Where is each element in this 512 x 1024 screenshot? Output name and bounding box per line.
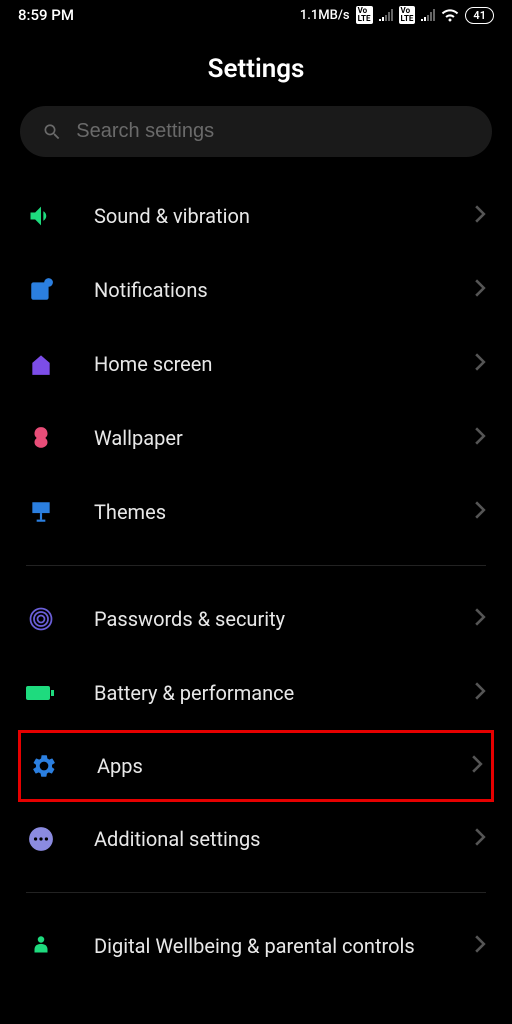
chevron-icon [474, 682, 486, 704]
chevron-icon [474, 935, 486, 957]
chevron-icon [474, 205, 486, 227]
battery-level: 41 [465, 7, 494, 24]
row-label: Additional settings [94, 827, 474, 851]
chevron-icon [474, 279, 486, 301]
notifications-icon [26, 275, 56, 305]
row-label: Wallpaper [94, 426, 474, 450]
volte-badge-1: VoLTE [356, 6, 373, 24]
chevron-icon [474, 608, 486, 630]
wallpaper-icon [26, 423, 56, 453]
dots-icon [26, 824, 56, 854]
status-time: 8:59 PM [18, 6, 74, 24]
page-title: Settings [0, 30, 512, 106]
row-notifications[interactable]: Notifications [0, 253, 512, 327]
row-home-screen[interactable]: Home screen [0, 327, 512, 401]
volte-badge-2: VoLTE [399, 6, 416, 24]
row-digital-wellbeing[interactable]: Digital Wellbeing & parental controls [0, 909, 512, 983]
row-additional-settings[interactable]: Additional settings [0, 802, 512, 876]
row-label: Sound & vibration [94, 204, 474, 228]
status-bar: 8:59 PM 1.1MB/s VoLTE VoLTE 41 [0, 0, 512, 30]
data-rate: 1.1MB/s [300, 8, 350, 23]
row-label: Digital Wellbeing & parental controls [94, 933, 474, 959]
chevron-icon [471, 755, 483, 777]
row-apps[interactable]: Apps [21, 733, 491, 799]
row-label: Passwords & security [94, 607, 474, 631]
battery-icon [26, 678, 56, 708]
divider [26, 565, 486, 566]
row-battery-performance[interactable]: Battery & performance [0, 656, 512, 730]
signal-icon-1 [379, 9, 393, 21]
chevron-icon [474, 501, 486, 523]
fingerprint-icon [26, 604, 56, 634]
row-label: Battery & performance [94, 681, 474, 705]
home-icon [26, 349, 56, 379]
row-themes[interactable]: Themes [0, 475, 512, 549]
search-input[interactable] [76, 120, 470, 143]
divider [26, 892, 486, 893]
gear-icon [29, 751, 59, 781]
row-label: Apps [97, 754, 471, 778]
wellbeing-icon [26, 931, 56, 961]
sound-icon [26, 201, 56, 231]
signal-icon-2 [421, 9, 435, 21]
themes-icon [26, 497, 56, 527]
row-label: Themes [94, 500, 474, 524]
row-passwords-security[interactable]: Passwords & security [0, 582, 512, 656]
wifi-icon [441, 8, 459, 22]
search-icon [42, 121, 62, 143]
chevron-icon [474, 353, 486, 375]
row-label: Notifications [94, 278, 474, 302]
search-box[interactable] [20, 106, 492, 157]
status-right: 1.1MB/s VoLTE VoLTE 41 [300, 6, 494, 24]
row-sound-vibration[interactable]: Sound & vibration [0, 179, 512, 253]
chevron-icon [474, 427, 486, 449]
row-wallpaper[interactable]: Wallpaper [0, 401, 512, 475]
highlight-apps: Apps [18, 730, 494, 802]
settings-list: Sound & vibration Notifications Home scr… [0, 171, 512, 991]
row-label: Home screen [94, 352, 474, 376]
chevron-icon [474, 828, 486, 850]
